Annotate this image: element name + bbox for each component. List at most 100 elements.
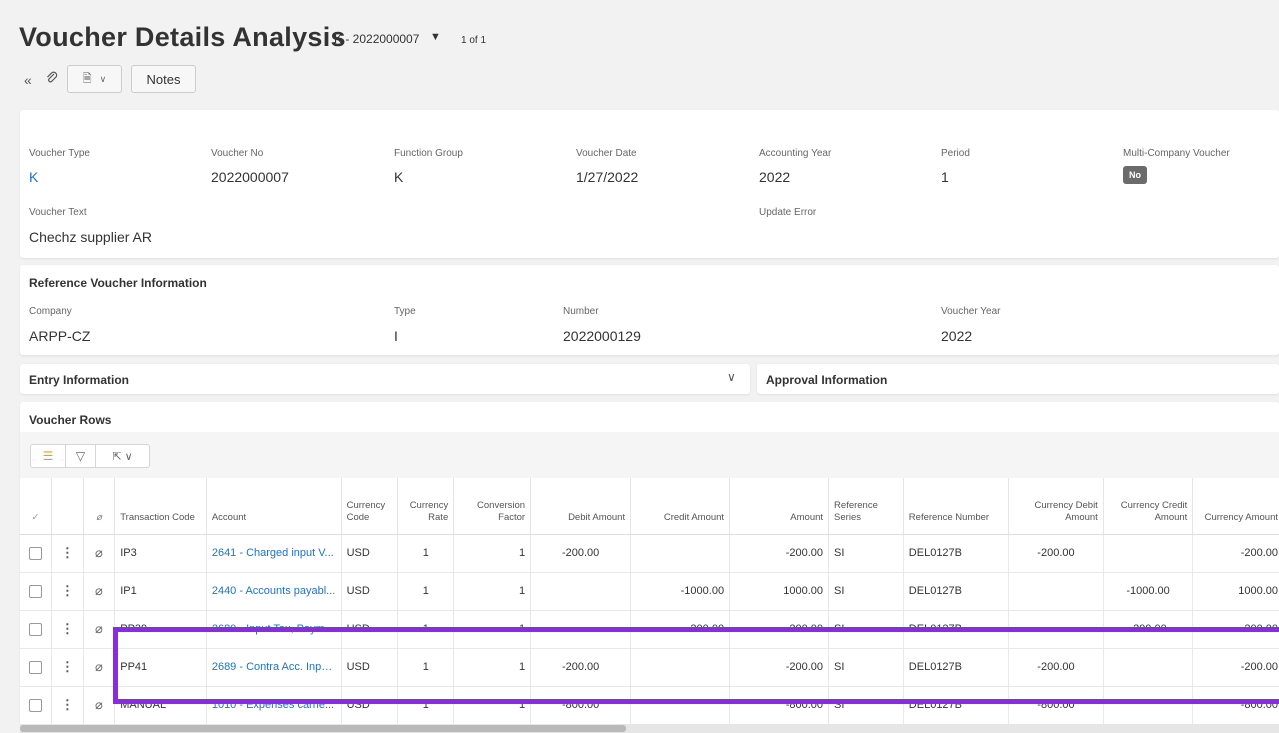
table-row[interactable]: ⋮ ⌀ IP1 2440 - Accounts payabl... USD 1 … xyxy=(20,572,1279,611)
cell-account-link[interactable]: 2641 - Charged input V... xyxy=(206,534,342,573)
col-currency-amount[interactable]: Currency Amount xyxy=(1192,478,1279,535)
cell-conversion-factor: 1 xyxy=(453,534,532,573)
voucher-no-label: Voucher No xyxy=(211,148,264,159)
cell-conversion-factor: 1 xyxy=(453,648,532,687)
cell-reference-series: SI xyxy=(828,534,904,573)
entry-information-panel[interactable] xyxy=(20,364,750,394)
cell-currency-amount: 200.00 xyxy=(1192,610,1279,649)
cell-currency-debit: -200.00 xyxy=(1008,648,1104,687)
cell-currency-debit: -200.00 xyxy=(1008,534,1104,573)
cell-amount: 1000.00 xyxy=(729,572,830,611)
paperclip-icon[interactable]: ⌀ xyxy=(83,686,116,725)
menu-header xyxy=(51,478,84,535)
voucher-type-label: Voucher Type xyxy=(29,148,90,159)
row-checkbox[interactable] xyxy=(20,610,53,649)
cell-conversion-factor: 1 xyxy=(453,572,532,611)
cell-currency-credit xyxy=(1103,686,1194,725)
cell-currency-debit xyxy=(1008,572,1104,611)
row-menu-icon[interactable]: ⋮ xyxy=(51,610,84,649)
cell-reference-number: DEL0127B xyxy=(903,534,1010,573)
paperclip-icon[interactable] xyxy=(45,71,59,88)
voucher-year-label: Voucher Year xyxy=(941,306,1001,317)
row-menu-icon[interactable]: ⋮ xyxy=(51,534,84,573)
company-label: Company xyxy=(29,306,72,317)
row-menu-icon[interactable]: ⋮ xyxy=(51,648,84,687)
row-checkbox[interactable] xyxy=(20,534,53,573)
cell-amount: -200.00 xyxy=(729,648,830,687)
cell-account-link[interactable]: 2680 - Input Tax, Paym... xyxy=(206,610,342,649)
cell-account-link[interactable]: 1010 - Expenses carrie... xyxy=(206,686,342,725)
col-currency-rate[interactable]: Currency Rate xyxy=(397,478,455,535)
cell-account-link[interactable]: 2440 - Accounts payabl... xyxy=(206,572,342,611)
paperclip-icon[interactable]: ⌀ xyxy=(83,534,116,573)
cell-transaction-code: PP41 xyxy=(114,648,207,687)
voucher-text-value: Chechz supplier AR xyxy=(29,229,152,245)
col-conversion-factor[interactable]: Conversion Factor xyxy=(453,478,532,535)
voucher-no-value: 2022000007 xyxy=(211,169,289,185)
filter-icon[interactable]: ▽ xyxy=(66,445,96,467)
col-transaction-code[interactable]: Transaction Code xyxy=(114,478,207,535)
cell-currency-code: USD xyxy=(341,572,399,611)
row-checkbox[interactable] xyxy=(20,686,53,725)
paperclip-icon[interactable]: ⌀ xyxy=(83,610,116,649)
voucher-rows-table: ✓ ⌀ Transaction Code Account Currency Co… xyxy=(20,478,1279,725)
chevron-down-icon[interactable]: ∨ xyxy=(727,370,736,384)
cell-reference-number: DEL0127B xyxy=(903,572,1010,611)
cell-debit-amount: -800.00 xyxy=(530,686,632,725)
cell-currency-rate: 1 xyxy=(397,610,455,649)
col-credit-amount[interactable]: Credit Amount xyxy=(630,478,731,535)
export-icon[interactable]: ⇱ ∨ xyxy=(96,445,149,467)
col-currency-credit-amount[interactable]: Currency Credit Amount xyxy=(1103,478,1194,535)
number-value: 2022000129 xyxy=(563,328,641,344)
paperclip-icon[interactable]: ⌀ xyxy=(83,648,116,687)
report-icon: 🗎 xyxy=(82,72,92,85)
period-label: Period xyxy=(941,148,970,159)
col-reference-number[interactable]: Reference Number xyxy=(903,478,1010,535)
company-value: ARPP-CZ xyxy=(29,328,91,344)
cell-debit-amount xyxy=(530,610,632,649)
col-currency-code[interactable]: Currency Code xyxy=(341,478,399,535)
cell-currency-credit: -200.00 xyxy=(1103,610,1194,649)
row-menu-icon[interactable]: ⋮ xyxy=(51,686,84,725)
cell-currency-amount: -200.00 xyxy=(1192,648,1279,687)
cell-currency-code: USD xyxy=(341,648,399,687)
function-group-value: K xyxy=(394,169,404,185)
col-currency-debit-amount[interactable]: Currency Debit Amount xyxy=(1008,478,1104,535)
list-icon[interactable]: ☰ xyxy=(31,445,66,467)
report-menu-button[interactable]: 🗎 ∨ xyxy=(67,65,122,93)
approval-information-title: Approval Information xyxy=(766,373,888,387)
row-menu-icon[interactable]: ⋮ xyxy=(51,572,84,611)
cell-transaction-code: IP1 xyxy=(114,572,207,611)
voucher-rows-title: Voucher Rows xyxy=(29,413,112,427)
select-all-header[interactable]: ✓ xyxy=(20,478,53,535)
collapse-icon[interactable]: « xyxy=(24,72,32,88)
accounting-year-value: 2022 xyxy=(759,169,791,185)
entry-information-title: Entry Information xyxy=(29,373,130,387)
col-reference-series[interactable]: Reference Series xyxy=(828,478,904,535)
table-row[interactable]: ⋮ ⌀ MANUAL 1010 - Expenses carrie... USD… xyxy=(20,686,1279,725)
voucher-type-value[interactable]: K xyxy=(29,169,38,185)
notes-button[interactable]: Notes xyxy=(131,65,196,93)
scrollbar-thumb[interactable] xyxy=(20,725,626,732)
col-account[interactable]: Account xyxy=(206,478,342,535)
cell-account-link[interactable]: 2689 - Contra Acc. Inpu... xyxy=(206,648,342,687)
paperclip-icon[interactable]: ⌀ xyxy=(83,572,116,611)
cell-currency-credit xyxy=(1103,648,1194,687)
cell-credit-amount xyxy=(630,686,731,725)
cell-reference-number: DEL0127B xyxy=(903,686,1010,725)
record-selector[interactable]: K - 2022000007 xyxy=(334,32,419,46)
row-checkbox[interactable] xyxy=(20,648,53,687)
cell-reference-series: SI xyxy=(828,610,904,649)
table-row[interactable]: ⋮ ⌀ PP39 2680 - Input Tax, Paym... USD 1… xyxy=(20,610,1279,649)
table-row[interactable]: ⋮ ⌀ PP41 2689 - Contra Acc. Inpu... USD … xyxy=(20,648,1279,687)
col-amount[interactable]: Amount xyxy=(729,478,830,535)
cell-currency-code: USD xyxy=(341,534,399,573)
voucher-card xyxy=(20,110,1279,258)
caret-down-icon[interactable]: ▼ xyxy=(430,31,441,43)
record-count: 1 of 1 xyxy=(461,35,487,46)
row-checkbox[interactable] xyxy=(20,572,53,611)
cell-debit-amount: -200.00 xyxy=(530,648,632,687)
table-row[interactable]: ⋮ ⌀ IP3 2641 - Charged input V... USD 1 … xyxy=(20,534,1279,573)
col-debit-amount[interactable]: Debit Amount xyxy=(530,478,632,535)
cell-reference-series: SI xyxy=(828,572,904,611)
